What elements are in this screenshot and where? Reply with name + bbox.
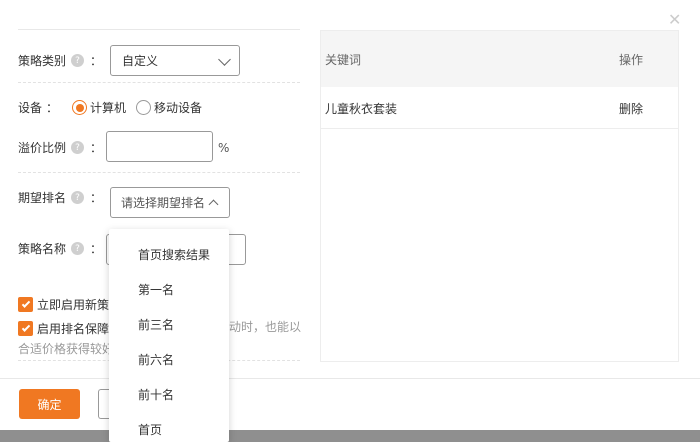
keyword-panel: 关键词 操作 儿童秋衣套装 删除 (320, 30, 679, 362)
strategy-type-label: 策略类别 (18, 54, 67, 68)
strategy-dialog: ✕ 策略类别 ? ： 自定义 设备 ： 计算机 移动设备 溢价比例 ? ： % … (0, 0, 700, 442)
rank-label: 期望排名 (18, 191, 67, 205)
delete-link[interactable]: 删除 (619, 100, 643, 117)
check-guarantee-row: 启用排名保障 (18, 320, 109, 337)
guarantee-desc-line2: 合适价格获得较好 (18, 342, 115, 356)
dropdown-option[interactable]: 首页 (138, 421, 162, 438)
radio-computer-label[interactable]: 计算机 (90, 99, 126, 116)
chevron-up-icon (208, 199, 219, 210)
dropdown-option[interactable]: 前六名 (138, 351, 174, 368)
chevron-down-icon (218, 53, 231, 66)
action-column-header: 操作 (619, 53, 644, 67)
divider (18, 172, 300, 173)
premium-row: 溢价比例 ? ： (18, 139, 112, 156)
dropdown-option[interactable]: 前十名 (138, 386, 174, 403)
radio-mobile-label[interactable]: 移动设备 (154, 99, 202, 116)
rank-placeholder: 请选择期望排名 (121, 196, 206, 210)
keyword-table-header: 关键词 操作 (321, 31, 678, 87)
dropdown-option[interactable]: 首页搜索结果 (138, 246, 210, 263)
rank-guarantee-checkbox[interactable] (18, 321, 33, 336)
close-icon[interactable]: ✕ (668, 10, 681, 30)
strategy-type-value: 自定义 (122, 54, 159, 68)
strategy-name-label: 策略名称 (18, 242, 67, 256)
radio-computer[interactable] (72, 100, 88, 115)
help-icon[interactable]: ? (71, 141, 85, 154)
keyword-cell: 儿童秋衣套装 (325, 102, 398, 116)
rank-guarantee-label: 启用排名保障 (37, 322, 110, 336)
strategy-type-select[interactable]: 自定义 (110, 45, 240, 76)
strategy-type-row: 策略类别 ? ： (18, 52, 112, 69)
colon: ： (90, 242, 103, 256)
divider (18, 82, 300, 83)
dropdown-option[interactable]: 前三名 (138, 316, 174, 333)
colon: ： (90, 54, 103, 68)
enable-strategy-checkbox[interactable] (18, 297, 33, 312)
top-divider (18, 29, 300, 30)
colon: ： (90, 141, 103, 155)
check-enable-row: 立即启用新策 (18, 296, 109, 313)
rank-row: 期望排名 ? ： (18, 189, 112, 206)
bottom-bar (0, 430, 700, 442)
table-row: 儿童秋衣套装 删除 (321, 87, 678, 129)
device-label: 设备 (18, 101, 43, 115)
strategy-name-row: 策略名称 ? ： (18, 240, 112, 257)
confirm-button[interactable]: 确定 (19, 389, 80, 419)
radio-mobile[interactable] (136, 100, 152, 115)
premium-input[interactable] (106, 131, 213, 162)
help-icon[interactable]: ? (71, 242, 85, 255)
keyword-column-header: 关键词 (325, 53, 362, 67)
footer-divider (0, 378, 700, 379)
guarantee-desc-tail: 动时，也能以 (229, 320, 302, 334)
dropdown-option[interactable]: 第一名 (138, 281, 174, 298)
device-row: 设备 ： 计算机 移动设备 (18, 99, 202, 116)
premium-label: 溢价比例 (18, 141, 67, 155)
enable-strategy-label: 立即启用新策 (37, 298, 110, 312)
colon: ： (90, 191, 103, 205)
help-icon[interactable]: ? (71, 191, 85, 204)
rank-dropdown: 首页搜索结果 第一名 前三名 前六名 前十名 首页 (109, 229, 229, 442)
help-icon[interactable]: ? (71, 54, 85, 67)
colon: ： (46, 101, 59, 115)
rank-select[interactable]: 请选择期望排名 (110, 187, 230, 218)
percent-unit: % (218, 141, 230, 155)
